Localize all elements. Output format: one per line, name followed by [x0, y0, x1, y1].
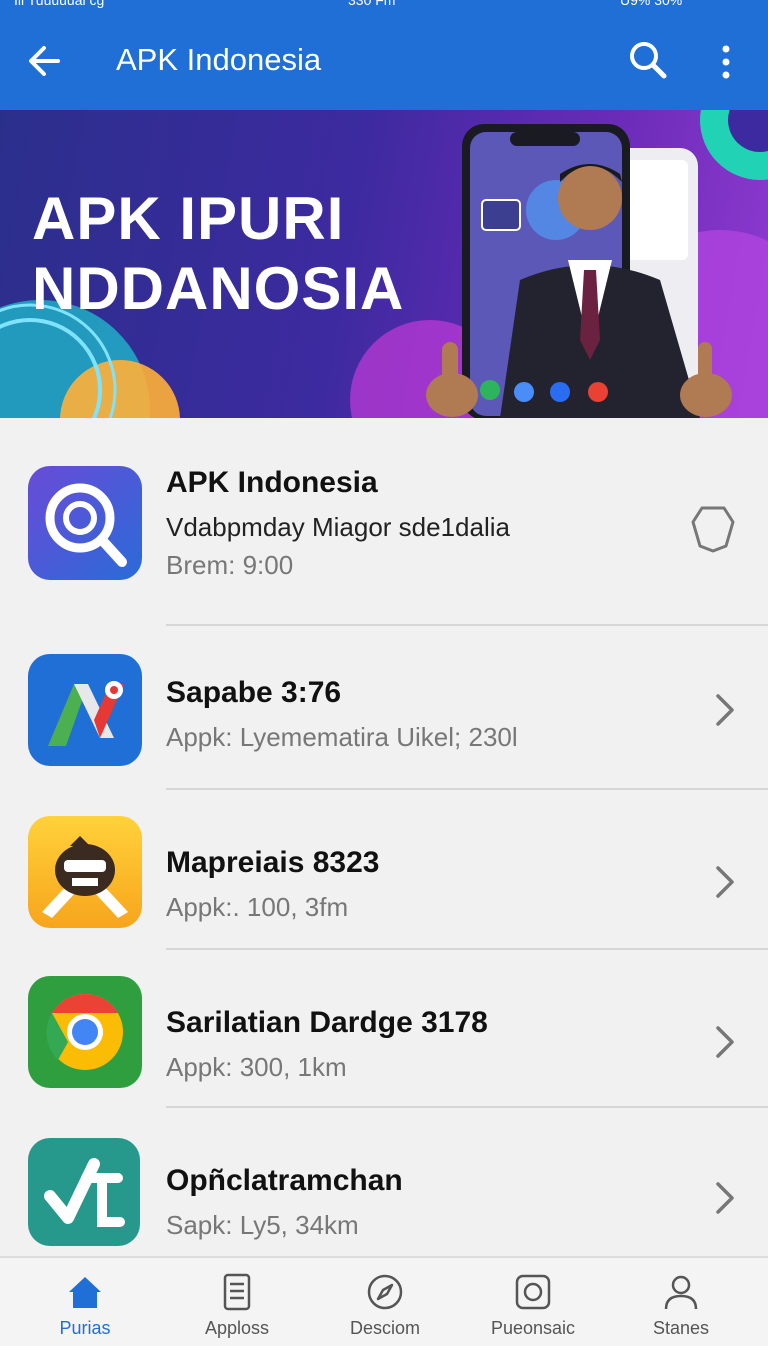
arrow-left-icon[interactable] [22, 38, 68, 84]
compass-icon [367, 1274, 403, 1310]
app-meta: Brem: 9:00 [166, 550, 294, 580]
list-item[interactable]: Mapreiais 8323 Appk:. 100, 3fm [0, 790, 768, 948]
status-battery: U9% 30% [620, 0, 683, 8]
app-name: Mapreiais 8323 [166, 846, 380, 879]
banner-headline: APK IPURI NDDANOSIA [32, 184, 404, 324]
app-icon-sapabe [28, 654, 142, 766]
document-icon [223, 1273, 251, 1311]
status-time: 330 Fm [348, 0, 396, 8]
app-icon-opnclatramchan [28, 1138, 140, 1246]
status-bar: Ill Tuuuuual cg 330 Fm U9% 30% [0, 0, 768, 14]
camera-square-icon [515, 1274, 551, 1310]
app-bar: APK Indonesia [0, 14, 768, 110]
app-name: Sapabe 3:76 [166, 676, 342, 709]
tab-label: Purias [59, 1318, 111, 1338]
shield-icon[interactable] [690, 504, 736, 554]
app-meta: Appk: Lyemematira Uikel; 230l [166, 722, 518, 752]
tab-purias[interactable]: Purias [10, 1258, 160, 1346]
promo-banner[interactable]: APK IPURI NDDANOSIA [0, 110, 768, 418]
list-item[interactable]: APK Indonesia Vdabpmday Miagor sde1dalia… [0, 418, 768, 624]
person-icon [664, 1275, 698, 1310]
list-item[interactable]: Opñclatramchan Sapk: Ly5, 34km [0, 1108, 768, 1256]
chevron-right-icon[interactable] [710, 862, 740, 902]
app-icon-apk-indonesia [28, 466, 142, 580]
tab-desciom[interactable]: Desciom [310, 1258, 460, 1346]
list-item[interactable]: Sapabe 3:76 Appk: Lyemematira Uikel; 230… [0, 626, 768, 788]
app-icon-chrome [28, 976, 142, 1088]
banner-line-2: NDDANOSIA [32, 255, 405, 322]
chevron-right-icon[interactable] [710, 690, 740, 730]
app-name: Sarilatian Dardge 3178 [166, 1006, 488, 1039]
tab-apploss[interactable]: Apploss [162, 1258, 312, 1346]
tab-pueonsaic[interactable]: Pueonsaic [458, 1258, 608, 1346]
home-icon [69, 1277, 101, 1308]
bottom-navigation: Purias Apploss Desciom Pueonsaic Stanes [0, 1256, 768, 1346]
app-meta: Appk:. 100, 3fm [166, 892, 349, 922]
app-meta: Sapk: Ly5, 34km [166, 1210, 359, 1240]
more-vertical-icon[interactable] [708, 40, 744, 84]
list-item[interactable]: Sarilatian Dardge 3178 Appk: 300, 1km [0, 950, 768, 1106]
app-meta: Appk: 300, 1km [166, 1052, 347, 1082]
tab-label: Stanes [652, 1318, 710, 1338]
page-title: APK Indonesia [116, 42, 322, 77]
status-left: Ill Tuuuuual cg [14, 0, 105, 8]
tab-label: Desciom [349, 1318, 420, 1338]
chevron-right-icon[interactable] [710, 1022, 740, 1062]
search-icon[interactable] [626, 38, 670, 82]
banner-line-1: APK IPURI [32, 185, 345, 252]
tab-label: Pueonsaic [490, 1318, 576, 1338]
app-detail: Vdabpmday Miagor sde1dalia [166, 512, 510, 542]
app-icon-mapreiais [28, 816, 142, 928]
chevron-right-icon[interactable] [710, 1178, 740, 1218]
app-name: APK Indonesia [166, 466, 378, 499]
tab-label: Apploss [204, 1318, 270, 1338]
app-name: Opñclatramchan [166, 1164, 403, 1197]
tab-stanes[interactable]: Stanes [606, 1258, 756, 1346]
